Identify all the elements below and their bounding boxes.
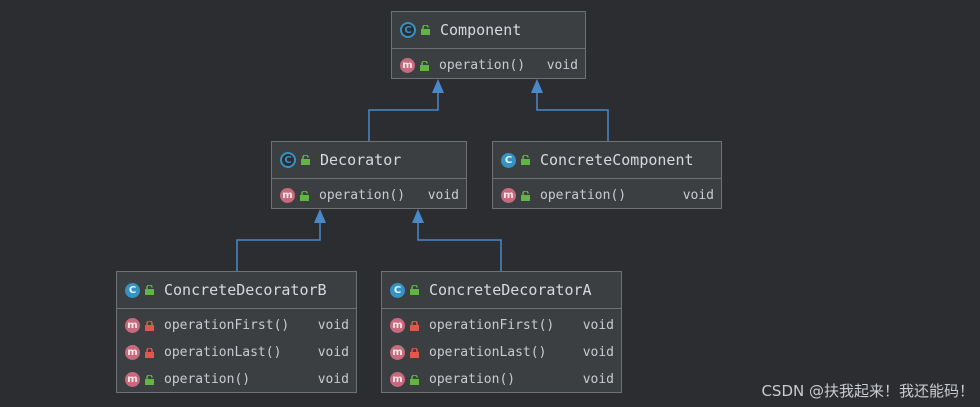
class-node-concrete-decorator-a[interactable]: C ConcreteDecoratorA m operationFirst() … (381, 271, 622, 393)
public-visibility-icon (145, 285, 154, 295)
class-header: C ConcreteDecoratorB (117, 272, 356, 309)
method-return-type: void (427, 188, 459, 203)
method-return-type: void (682, 188, 714, 203)
method-name: operation() (540, 188, 627, 203)
class-icon: C (390, 282, 405, 298)
method-return-type: void (317, 345, 349, 360)
private-visibility-icon (145, 320, 154, 331)
method-row[interactable]: m operation() void (493, 182, 721, 209)
method-icon: m (390, 372, 405, 387)
method-icon: m (390, 345, 405, 360)
arrowhead-concrete-decorator-b-to-decorator (314, 209, 326, 223)
method-name: operationFirst() (164, 318, 290, 333)
method-row[interactable]: m operation() void (117, 366, 356, 393)
class-header: C ConcreteComponent (493, 142, 721, 179)
method-return-type: void (546, 58, 578, 73)
class-node-decorator[interactable]: C Decorator m operation() void (271, 141, 467, 209)
method-icon: m (400, 58, 415, 73)
class-node-concrete-decorator-b[interactable]: C ConcreteDecoratorB m operationFirst() … (116, 271, 357, 393)
class-icon: C (501, 152, 516, 168)
class-node-concrete-component[interactable]: C ConcreteComponent m operation() void (492, 141, 722, 209)
edge-concrete-component-to-component (536, 82, 609, 141)
private-visibility-icon (410, 347, 419, 358)
private-visibility-icon (145, 347, 154, 358)
class-name: ConcreteDecoratorA (429, 281, 592, 299)
private-visibility-icon (410, 320, 419, 331)
method-row[interactable]: m operationLast() void (382, 339, 621, 366)
arrowhead-concrete-component-to-component (531, 79, 543, 93)
public-visibility-icon (410, 374, 419, 385)
method-icon: m (125, 345, 140, 360)
class-node-component[interactable]: C Component m operation() void (391, 11, 586, 79)
class-name: Component (440, 21, 522, 39)
method-icon: m (501, 188, 516, 203)
public-visibility-icon (410, 285, 419, 295)
method-name: operationLast() (429, 345, 547, 360)
method-row[interactable]: m operation() void (392, 52, 585, 79)
method-return-type: void (317, 318, 349, 333)
method-return-type: void (317, 372, 349, 387)
public-visibility-icon (420, 60, 429, 71)
edge-concrete-decorator-b-to-decorator (236, 212, 321, 271)
method-row[interactable]: m operationFirst() void (117, 312, 356, 339)
method-name: operation() (319, 188, 406, 203)
arrowhead-decorator-to-component (432, 79, 444, 93)
class-header: C ConcreteDecoratorA (382, 272, 621, 309)
class-header: C Component (392, 12, 585, 49)
method-return-type: void (582, 318, 614, 333)
class-name: ConcreteComponent (540, 151, 694, 169)
watermark-text: CSDN @扶我起来！我还能码！ (761, 382, 974, 400)
public-visibility-icon (301, 155, 310, 165)
uml-class-diagram: C Component m operation() void C Decorat… (0, 0, 980, 407)
method-name: operation() (164, 372, 251, 387)
method-row[interactable]: m operation() void (382, 366, 621, 393)
public-visibility-icon (421, 25, 430, 35)
abstract-class-icon: C (400, 22, 416, 38)
method-row[interactable]: m operation() void (272, 182, 466, 209)
method-icon: m (125, 318, 140, 333)
method-name: operation() (439, 58, 526, 73)
method-name: operation() (429, 372, 516, 387)
method-name: operationFirst() (429, 318, 555, 333)
edge-decorator-to-component (368, 82, 439, 141)
method-row[interactable]: m operationFirst() void (382, 312, 621, 339)
method-name: operationLast() (164, 345, 282, 360)
method-icon: m (125, 372, 140, 387)
method-return-type: void (582, 345, 614, 360)
public-visibility-icon (521, 155, 530, 165)
public-visibility-icon (300, 190, 309, 201)
method-icon: m (390, 318, 405, 333)
public-visibility-icon (145, 374, 154, 385)
class-header: C Decorator (272, 142, 466, 179)
method-return-type: void (582, 372, 614, 387)
class-icon: C (125, 282, 140, 298)
class-name: ConcreteDecoratorB (164, 281, 327, 299)
class-name: Decorator (320, 151, 402, 169)
method-icon: m (280, 188, 295, 203)
method-row[interactable]: m operationLast() void (117, 339, 356, 366)
public-visibility-icon (521, 190, 530, 201)
edge-concrete-decorator-a-to-decorator (417, 212, 502, 271)
abstract-class-icon: C (280, 152, 296, 168)
arrowhead-concrete-decorator-a-to-decorator (412, 209, 424, 223)
